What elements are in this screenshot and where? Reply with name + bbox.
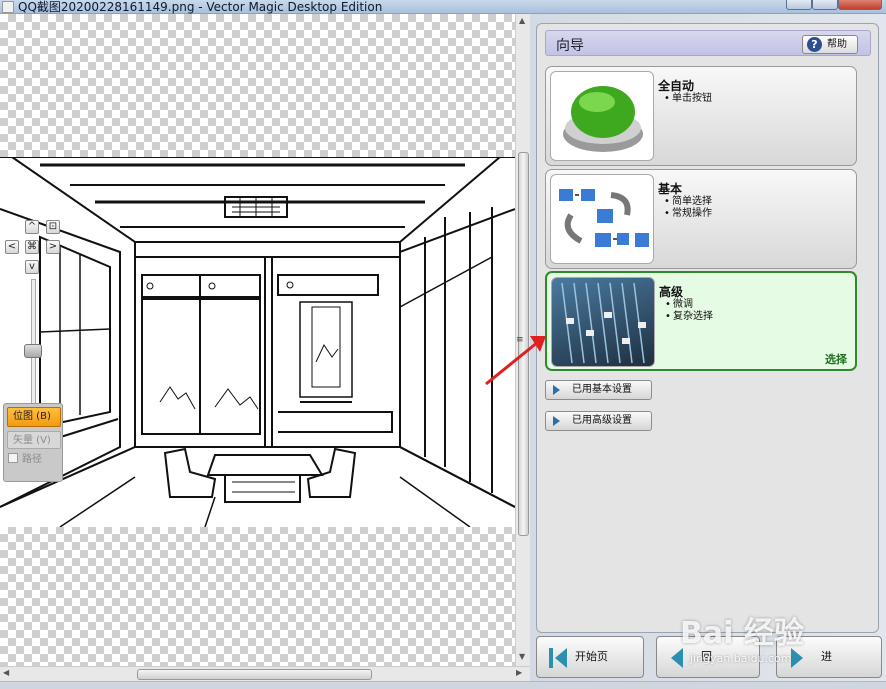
pan-left-button[interactable]: < bbox=[5, 240, 19, 254]
baidu-watermark: Bai 经验 bbox=[680, 616, 804, 651]
help-label: 帮助 bbox=[827, 39, 847, 50]
option-basic[interactable]: 基本 简单选择 常规操作 bbox=[545, 169, 857, 269]
bullet-item: 复杂选择 bbox=[659, 311, 713, 323]
maximize-button[interactable] bbox=[812, 0, 838, 10]
minimize-button[interactable] bbox=[786, 0, 812, 10]
status-bar bbox=[0, 681, 886, 689]
app-icon bbox=[2, 1, 14, 13]
skip-back-icon bbox=[555, 648, 567, 668]
wizard-title: 向导 bbox=[556, 38, 584, 54]
start-page-label: 开始页 bbox=[575, 650, 608, 663]
scroll-up-arrow-icon[interactable]: ▲ bbox=[519, 16, 525, 25]
option-title: 全自动 bbox=[658, 79, 695, 93]
watermark-url: jingyan.baidu.com bbox=[690, 652, 792, 665]
scroll-left-arrow-icon[interactable]: ◀ bbox=[3, 668, 9, 677]
window-title: QQ截图20200228161149.png - Vector Magic De… bbox=[18, 0, 383, 14]
start-bar-icon bbox=[549, 648, 553, 668]
red-arrow-icon bbox=[485, 336, 546, 386]
close-button[interactable] bbox=[838, 0, 882, 10]
image-canvas[interactable]: ^ ⊡ < ⌘ > v 位图 (B) 矢量 (V) 路径 bbox=[0, 14, 515, 666]
center-icon[interactable]: ⌘ bbox=[25, 240, 39, 254]
horizontal-scroll-thumb[interactable] bbox=[137, 669, 372, 680]
help-button[interactable]: ? 帮助 bbox=[802, 35, 858, 54]
checkbox-box[interactable] bbox=[8, 453, 18, 463]
paths-label: 路径 bbox=[22, 454, 42, 465]
fit-icon[interactable]: ⊡ bbox=[46, 220, 60, 234]
bitmap-mode-button[interactable]: 位图 (B) bbox=[7, 407, 61, 427]
basic-settings-label: 已用基本设置 bbox=[572, 384, 632, 395]
horizontal-scrollbar[interactable]: ◀ ▶ bbox=[0, 666, 530, 681]
scroll-down-arrow-icon[interactable]: ▼ bbox=[519, 652, 525, 661]
option-bullets: 单击按钮 bbox=[658, 93, 712, 105]
basic-settings-button[interactable]: 已用基本设置 bbox=[545, 380, 652, 400]
flowchart-icon bbox=[550, 174, 654, 264]
bullet-item: 简单选择 bbox=[658, 196, 712, 208]
option-advanced[interactable]: 高级 微调 复杂选择 选择 bbox=[545, 271, 857, 371]
option-bullets: 简单选择 常规操作 bbox=[658, 196, 712, 220]
wizard-panel: 向导 ? 帮助 全自动 单击按钮 bbox=[530, 14, 886, 681]
bullet-item: 单击按钮 bbox=[658, 93, 712, 105]
vector-mode-button[interactable]: 矢量 (V) bbox=[7, 431, 61, 449]
advanced-settings-button[interactable]: 已用高级设置 bbox=[545, 411, 652, 431]
view-mode-panel: 位图 (B) 矢量 (V) 路径 bbox=[3, 403, 63, 482]
pan-down-button[interactable]: v bbox=[25, 260, 39, 274]
scroll-right-arrow-icon[interactable]: ▶ bbox=[516, 668, 522, 677]
title-bar: QQ截图20200228161149.png - Vector Magic De… bbox=[0, 0, 886, 14]
pan-up-button[interactable]: ^ bbox=[25, 220, 39, 234]
paths-checkbox[interactable]: 路径 bbox=[8, 453, 62, 467]
room-line-drawing bbox=[0, 156, 515, 528]
mixer-console-icon bbox=[551, 277, 655, 367]
green-button-icon bbox=[550, 71, 654, 161]
option-bullets: 微调 复杂选择 bbox=[659, 299, 713, 323]
help-icon: ? bbox=[807, 37, 822, 52]
bullet-item: 微调 bbox=[659, 299, 713, 311]
start-page-button[interactable]: 开始页 bbox=[536, 636, 644, 678]
select-label[interactable]: 选择 bbox=[825, 351, 847, 367]
advanced-settings-label: 已用高级设置 bbox=[572, 415, 632, 426]
bullet-item: 常规操作 bbox=[658, 208, 712, 220]
play-triangle-icon bbox=[553, 416, 560, 426]
option-title: 高级 bbox=[659, 285, 684, 299]
wizard-header: 向导 ? 帮助 bbox=[545, 30, 871, 56]
wizard-frame: 向导 ? 帮助 全自动 单击按钮 bbox=[536, 23, 879, 633]
option-title: 基本 bbox=[658, 182, 683, 196]
play-triangle-icon bbox=[553, 385, 560, 395]
zoom-slider-handle[interactable] bbox=[24, 344, 42, 358]
pan-right-button[interactable]: > bbox=[46, 240, 60, 254]
option-fully-automatic[interactable]: 全自动 单击按钮 bbox=[545, 66, 857, 166]
